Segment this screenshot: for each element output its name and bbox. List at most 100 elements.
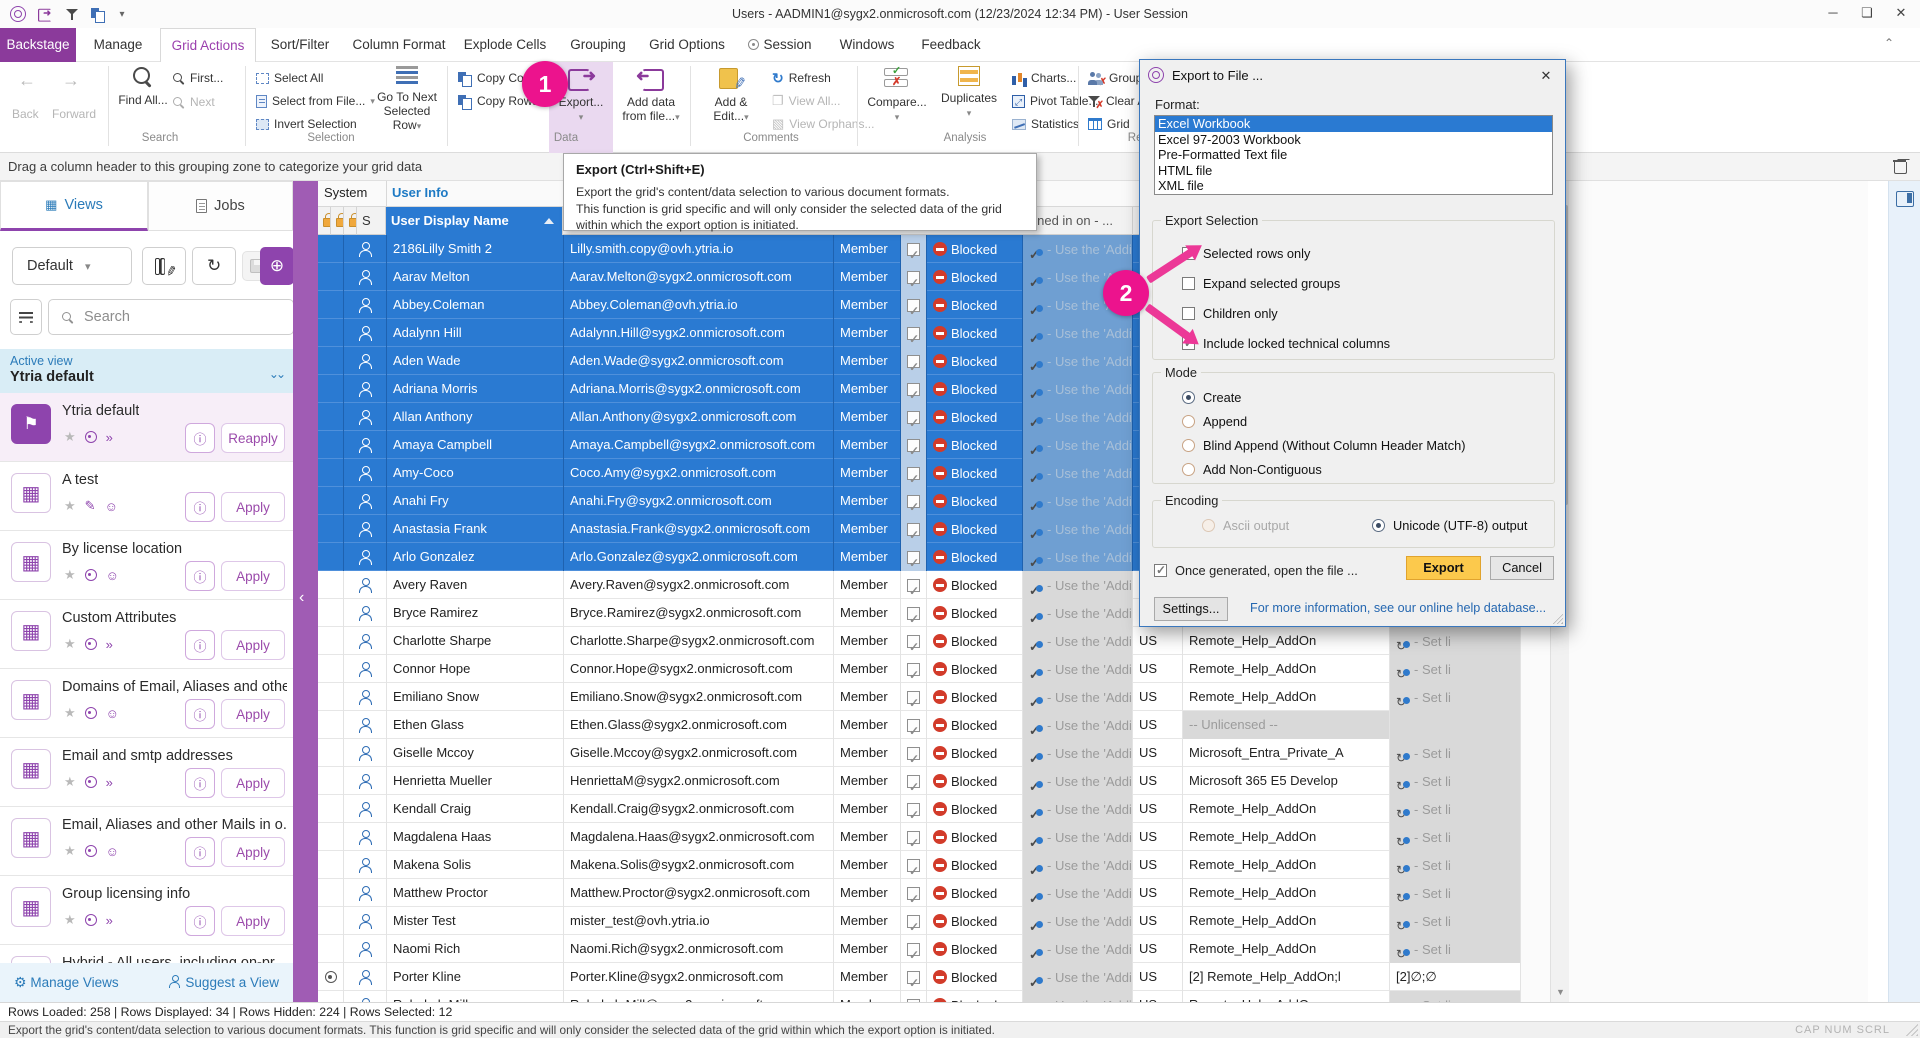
cell-email[interactable]: Bryce.Ramirez@sygx2.onmicrosoft.com [564,599,834,627]
locked-column-header[interactable] [344,207,357,235]
undo-view-button[interactable]: ↺ [192,247,236,285]
table-row[interactable]: Naomi RichNaomi.Rich@sygx2.onmicrosoft.c… [318,935,1521,963]
view-info-button[interactable]: ⓘ [185,768,215,798]
dialog-export-button[interactable]: Export [1406,556,1481,580]
cell-email[interactable]: Kendall.Craig@sygx2.onmicrosoft.com [564,795,834,823]
minimize-button[interactable]: ─ [1816,0,1850,26]
format-option-3[interactable]: HTML file [1155,163,1552,179]
cell-license[interactable]: Remote_Help_AddOn [1183,823,1390,851]
view-profile-dropdown[interactable]: Default▾ [12,247,132,285]
cell-set-license[interactable] [1390,711,1521,739]
tab-grid-actions[interactable]: Grid Actions [160,28,256,62]
cell-signin-status[interactable]: Blocked [927,991,1023,1002]
cell-additional-info[interactable]: - Use the 'Additio [1023,683,1133,711]
pivot-table-button[interactable]: ⤢Pivot Table... [1012,91,1098,111]
add-data-from-file-button[interactable]: Add datafrom file...▾ [616,64,686,130]
invert-selection-button[interactable]: Invert Selection [256,114,357,134]
cell-signin-status[interactable]: Blocked [927,935,1023,963]
cell-license[interactable]: Remote_Help_AddOn [1183,907,1390,935]
group-reset-button[interactable]: ✗Group [1088,68,1142,88]
cell-license[interactable]: Remote_Help_AddOn [1183,991,1390,1002]
manage-views-link[interactable]: ⚙ Manage Views [14,974,119,991]
view-all-button[interactable]: ❐View All... [772,91,840,111]
format-option-0[interactable]: Excel Workbook [1155,116,1552,132]
cell-license[interactable]: Remote_Help_AddOn [1183,935,1390,963]
open-after-checkbox[interactable]: Once generated, open the file ... [1154,563,1358,578]
cell-set-license[interactable]: - Set li [1390,935,1521,963]
table-row[interactable]: Rebekah MillRebekah.Mill@sygx2.onmicroso… [318,991,1521,1002]
cell-display-name[interactable]: Anastasia Frank [387,515,564,543]
cell-signin-status[interactable]: Blocked [927,907,1023,935]
clear-all-button[interactable]: ✗Clear A [1088,91,1145,111]
sidebar-collapse-strip[interactable]: ‹ [293,181,318,1002]
tab-grouping[interactable]: Grouping [556,28,640,62]
cell-checkbox[interactable] [901,795,927,823]
row-gutter[interactable] [318,795,344,823]
row-gutter[interactable] [318,879,344,907]
view-info-button[interactable]: ⓘ [185,906,215,936]
tab-session[interactable]: Session [734,28,826,62]
cell-additional-info[interactable]: - Use the 'Additio [1023,711,1133,739]
cell-signin-status[interactable]: Blocked [927,347,1023,375]
cell-usage-location[interactable]: US [1133,683,1183,711]
cell-user-type[interactable]: Member [834,235,901,263]
radio-add-non-contiguous[interactable]: Add Non-Contiguous [1182,462,1322,477]
view-info-button[interactable]: ⓘ [185,837,215,867]
apply-button[interactable]: Apply [221,492,285,522]
column-header-signed-in-on[interactable]: igned in on - ... [1022,207,1133,235]
cell-user-type[interactable]: Member [834,907,901,935]
tab-manage[interactable]: Manage [76,28,160,62]
cell-display-name[interactable]: 2186Lilly Smith 2 [387,235,564,263]
cell-usage-location[interactable]: US [1133,795,1183,823]
active-view-banner[interactable]: Active view Ytria default ⌄⌄ [0,349,293,393]
cell-user-type[interactable]: Member [834,459,901,487]
charts-button[interactable]: Charts... [1012,68,1076,88]
row-gutter[interactable] [318,963,344,991]
cell-additional-info[interactable]: - Use the 'Additio [1023,235,1133,263]
locked-column-header[interactable] [318,207,331,235]
cell-checkbox[interactable] [901,571,927,599]
cell-email[interactable]: Emiliano.Snow@sygx2.onmicrosoft.com [564,683,834,711]
cell-user-type[interactable]: Member [834,431,901,459]
apply-button[interactable]: Apply [221,837,285,867]
cell-signin-status[interactable]: Blocked [927,403,1023,431]
cell-signin-status[interactable]: Blocked [927,739,1023,767]
cell-checkbox[interactable] [901,683,927,711]
cell-set-license[interactable]: - Set li [1390,683,1521,711]
cell-signin-status[interactable]: Blocked [927,235,1023,263]
cell-email[interactable]: Abbey.Coleman@ovh.ytria.io [564,291,834,319]
cell-email[interactable]: Aden.Wade@sygx2.onmicrosoft.com [564,347,834,375]
view-orphans-button[interactable]: ▧View Orphans... [772,114,874,134]
cell-email[interactable]: HenriettaM@sygx2.onmicrosoft.com [564,767,834,795]
cell-user-type[interactable]: Member [834,543,901,571]
cell-user-type[interactable]: Member [834,599,901,627]
cell-checkbox[interactable] [901,991,927,1002]
cell-email[interactable]: Naomi.Rich@sygx2.onmicrosoft.com [564,935,834,963]
cell-usage-location[interactable]: US [1133,879,1183,907]
cell-checkbox[interactable] [901,543,927,571]
table-row[interactable]: Makena SolisMakena.Solis@sygx2.onmicroso… [318,851,1521,879]
dialog-settings-button[interactable]: Settings... [1154,597,1228,621]
table-row[interactable]: Connor HopeConnor.Hope@sygx2.onmicrosoft… [318,655,1521,683]
cell-checkbox[interactable] [901,711,927,739]
cell-additional-info[interactable]: - Use the 'Additio [1023,655,1133,683]
cell-set-license[interactable]: - Set li [1390,627,1521,655]
cell-set-license[interactable]: [2]∅;∅ [1390,963,1521,991]
cell-signin-status[interactable]: Blocked [927,263,1023,291]
row-gutter[interactable] [318,767,344,795]
cell-display-name[interactable]: Adalynn Hill [387,319,564,347]
cell-license[interactable]: [2] Remote_Help_AddOn;l [1183,963,1390,991]
cell-user-type[interactable]: Member [834,487,901,515]
cell-user-type[interactable]: Member [834,935,901,963]
cell-checkbox[interactable] [901,403,927,431]
view-search-input[interactable]: Search [48,299,294,335]
view-info-button[interactable]: ⓘ [185,561,215,591]
cell-set-license[interactable]: - Set li [1390,851,1521,879]
cell-checkbox[interactable] [901,599,927,627]
row-gutter[interactable] [318,403,344,431]
tab-explode-cells[interactable]: Explode Cells [454,28,556,62]
table-row[interactable]: Emiliano SnowEmiliano.Snow@sygx2.onmicro… [318,683,1521,711]
tab-grid-options[interactable]: Grid Options [640,28,734,62]
row-gutter[interactable] [318,935,344,963]
dialog-cancel-button[interactable]: Cancel [1490,556,1554,580]
